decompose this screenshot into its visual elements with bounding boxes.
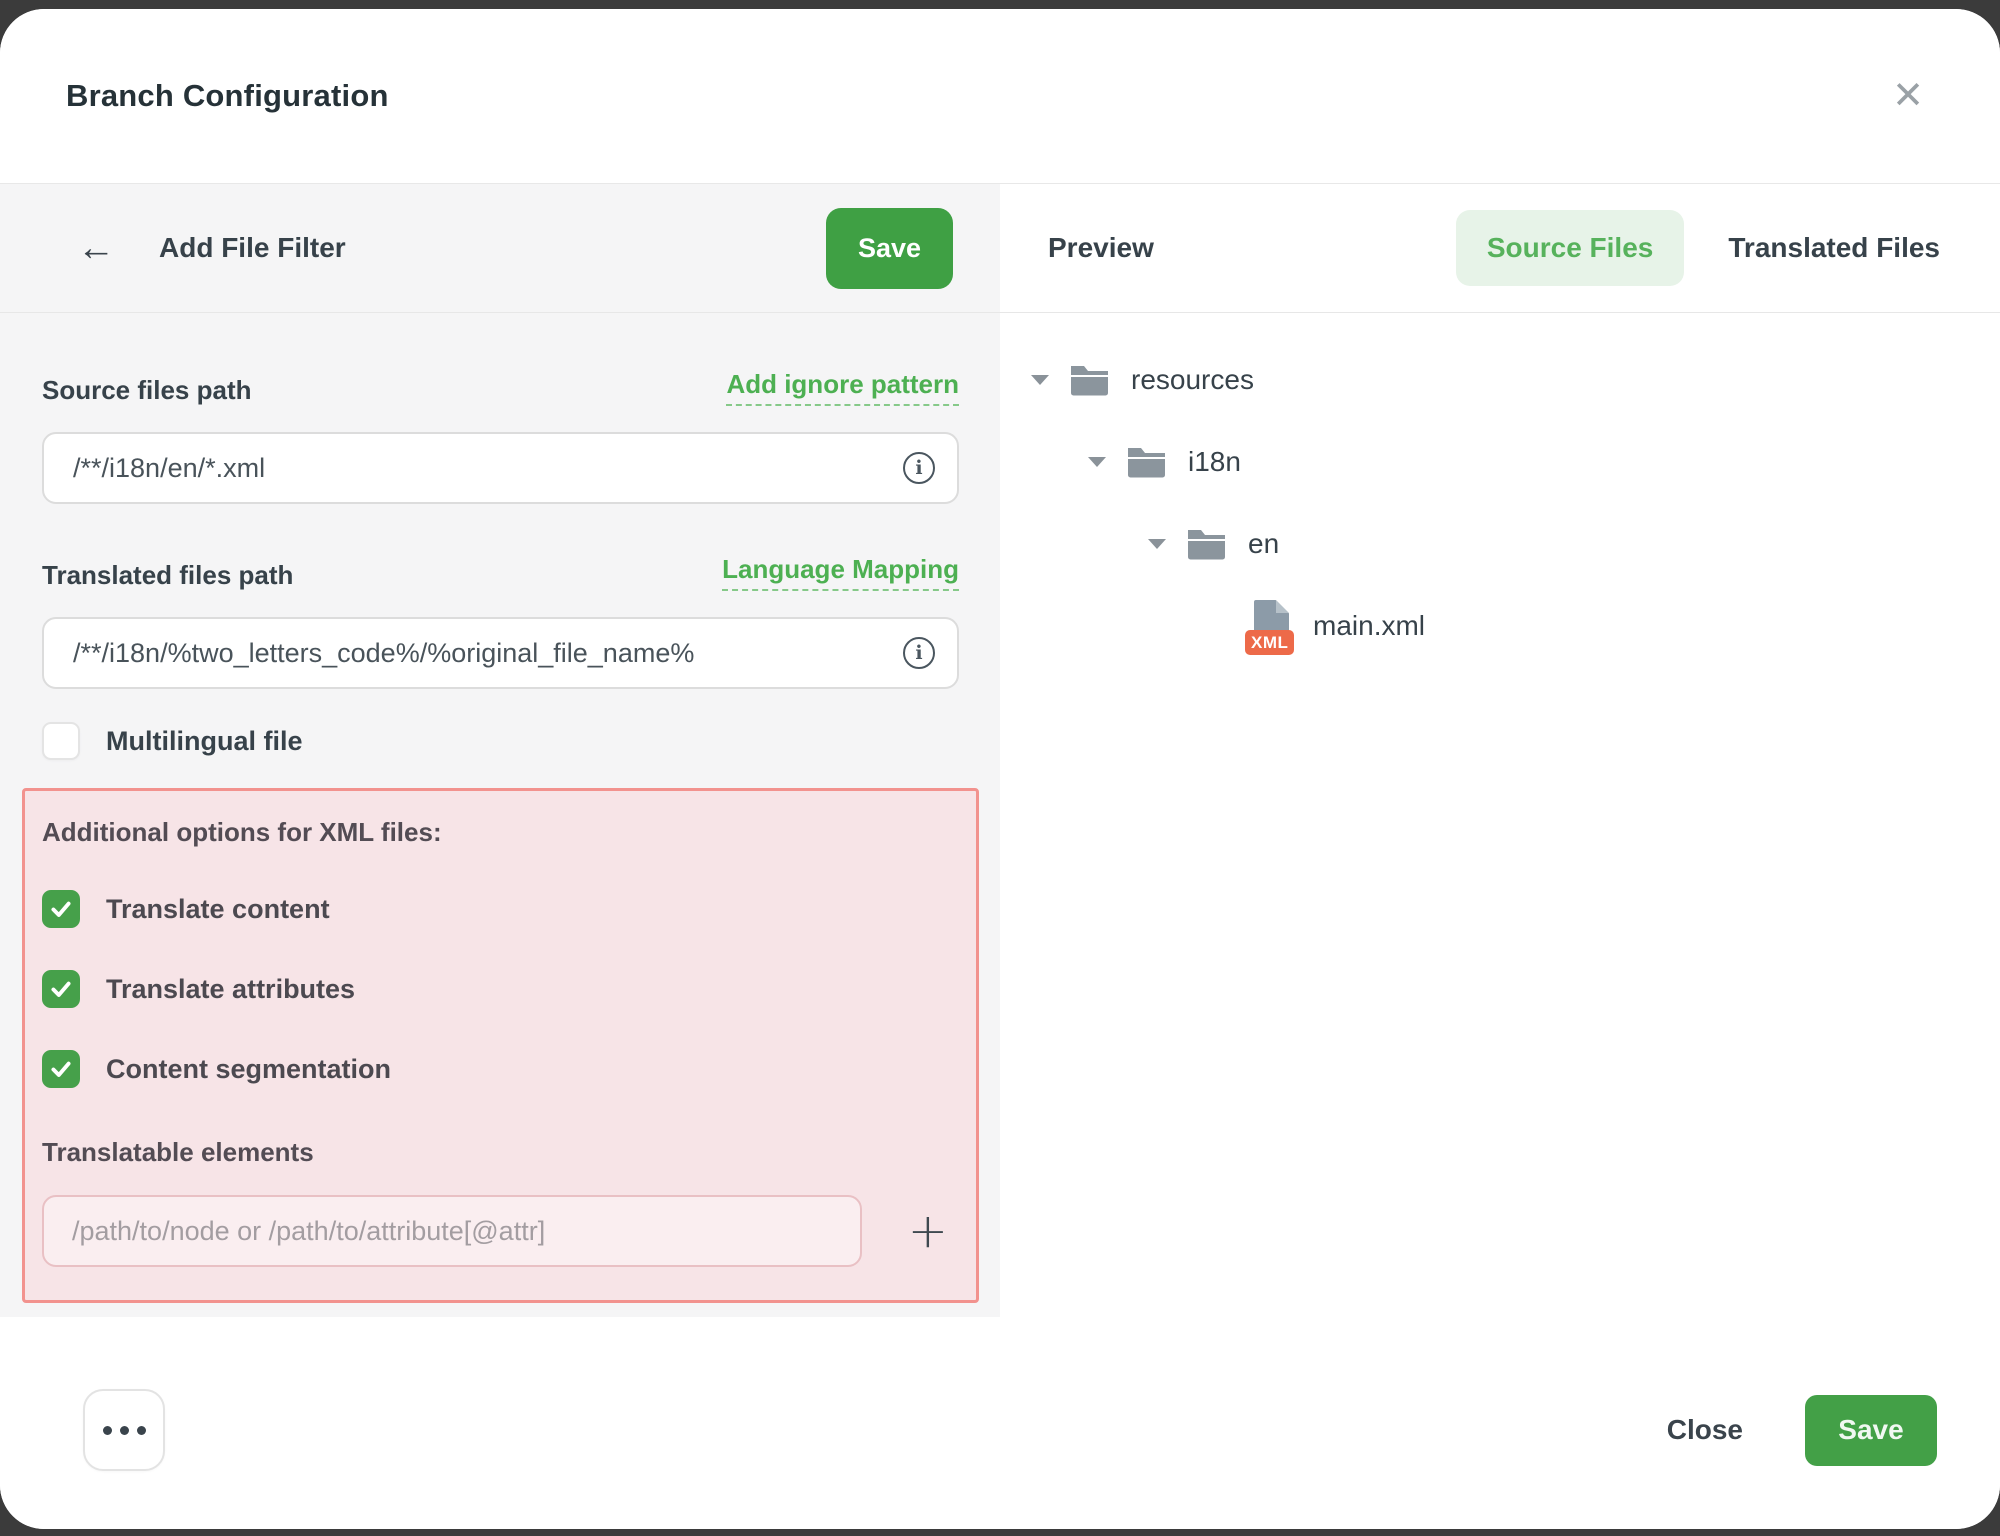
- more-options-button[interactable]: [83, 1389, 165, 1471]
- ellipsis-icon: [120, 1426, 129, 1435]
- tree-row-en[interactable]: en: [1000, 519, 2000, 569]
- tree-row-resources[interactable]: resources: [1000, 355, 2000, 405]
- source-path-input[interactable]: [42, 432, 959, 504]
- multilingual-label: Multilingual file: [106, 726, 303, 757]
- preview-header: Preview Source Files Translated Files: [1000, 184, 2000, 313]
- translate-content-label: Translate content: [106, 894, 330, 925]
- preview-title: Preview: [1048, 232, 1154, 264]
- translate-attributes-row: Translate attributes: [42, 970, 956, 1008]
- file-filter-panel: ← Add File Filter Save Source files path…: [0, 184, 1000, 1317]
- tree-label: resources: [1131, 364, 1254, 396]
- dialog-body: ← Add File Filter Save Source files path…: [0, 184, 2000, 1317]
- translated-path-label: Translated files path: [42, 560, 293, 591]
- file-filter-title: Add File Filter: [159, 232, 346, 264]
- xml-options-highlight-box: Additional options for XML files: Transl…: [22, 788, 979, 1303]
- tree-label: i18n: [1188, 446, 1241, 478]
- folder-icon: [1069, 363, 1110, 397]
- back-icon[interactable]: ←: [77, 229, 115, 267]
- info-icon[interactable]: i: [903, 452, 935, 484]
- preview-panel: Preview Source Files Translated Files re…: [1000, 184, 2000, 1317]
- translate-content-checkbox[interactable]: [42, 890, 80, 928]
- multilingual-checkbox[interactable]: [42, 722, 80, 760]
- add-ignore-pattern-link[interactable]: Add ignore pattern: [726, 369, 959, 406]
- dialog-save-button[interactable]: Save: [1805, 1395, 1937, 1466]
- dialog-title: Branch Configuration: [66, 78, 389, 114]
- add-element-button[interactable]: +: [900, 1207, 956, 1255]
- info-icon[interactable]: i: [903, 637, 935, 669]
- content-segmentation-label: Content segmentation: [106, 1054, 391, 1085]
- tab-source-files[interactable]: Source Files: [1456, 210, 1685, 286]
- tree-label: en: [1248, 528, 1279, 560]
- translate-content-row: Translate content: [42, 890, 956, 928]
- translatable-elements-input[interactable]: [42, 1195, 862, 1267]
- file-tree: resources i18n en: [1000, 313, 2000, 683]
- translatable-elements-label: Translatable elements: [42, 1137, 956, 1168]
- tab-translated-files[interactable]: Translated Files: [1728, 232, 1940, 264]
- filter-save-button[interactable]: Save: [826, 208, 953, 289]
- source-path-label: Source files path: [42, 375, 252, 406]
- language-mapping-link[interactable]: Language Mapping: [722, 554, 959, 591]
- ellipsis-icon: [103, 1426, 112, 1435]
- dialog-footer: Close Save: [0, 1317, 2000, 1529]
- folder-icon: [1186, 527, 1227, 561]
- ellipsis-icon: [137, 1426, 146, 1435]
- translated-path-label-row: Translated files path Language Mapping: [42, 554, 959, 591]
- close-icon[interactable]: ✕: [1888, 73, 1928, 119]
- check-icon: [48, 976, 74, 1002]
- file-filter-header: ← Add File Filter Save: [0, 184, 1000, 313]
- content-segmentation-row: Content segmentation: [42, 1050, 956, 1088]
- xml-options-title: Additional options for XML files:: [42, 817, 956, 848]
- tree-row-main-xml[interactable]: XML main.xml: [1000, 601, 2000, 651]
- caret-down-icon[interactable]: [1088, 457, 1106, 467]
- translated-path-field: i: [42, 617, 959, 689]
- dialog-close-button[interactable]: Close: [1661, 1413, 1749, 1447]
- folder-icon: [1126, 445, 1167, 479]
- content-segmentation-checkbox[interactable]: [42, 1050, 80, 1088]
- translatable-elements-row: +: [42, 1195, 956, 1267]
- caret-down-icon[interactable]: [1031, 375, 1049, 385]
- translate-attributes-label: Translate attributes: [106, 974, 355, 1005]
- tree-row-i18n[interactable]: i18n: [1000, 437, 2000, 487]
- preview-tabs: Source Files Translated Files: [1456, 210, 1940, 286]
- translated-path-input[interactable]: [42, 617, 959, 689]
- caret-down-icon[interactable]: [1148, 539, 1166, 549]
- xml-badge: XML: [1245, 630, 1294, 655]
- dialog-titlebar: Branch Configuration ✕: [0, 9, 2000, 184]
- file-filter-form: Source files path Add ignore pattern i T…: [0, 313, 1000, 1317]
- tree-label: main.xml: [1313, 610, 1425, 642]
- translate-attributes-checkbox[interactable]: [42, 970, 80, 1008]
- source-path-field: i: [42, 432, 959, 504]
- multilingual-row: Multilingual file: [42, 722, 959, 760]
- check-icon: [48, 1056, 74, 1082]
- branch-configuration-dialog: Branch Configuration ✕ ← Add File Filter…: [0, 9, 2000, 1529]
- check-icon: [48, 896, 74, 922]
- xml-file-icon: XML: [1245, 600, 1293, 652]
- source-path-label-row: Source files path Add ignore pattern: [42, 369, 959, 406]
